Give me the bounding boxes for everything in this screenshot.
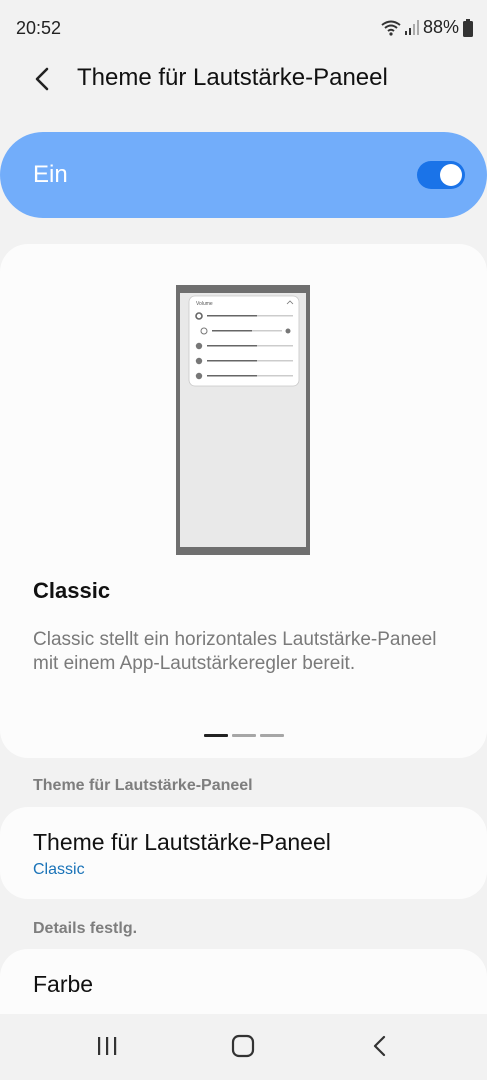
status-icons: 88% xyxy=(381,17,473,38)
wifi-icon xyxy=(381,20,401,36)
page-dot-1[interactable] xyxy=(203,734,228,737)
theme-preview-card[interactable]: Volume Classic Classic stellt ein horizo… xyxy=(0,244,487,758)
theme-description: Classic stellt ein horizontales Lautstär… xyxy=(33,629,437,674)
battery-percent: 88% xyxy=(422,17,459,37)
theme-setting-item[interactable]: Theme für Lautstärke-Paneel Classic xyxy=(0,807,487,899)
back-arrow-icon[interactable] xyxy=(28,64,58,94)
color-setting-title: Farbe xyxy=(33,971,94,997)
app-header: Theme für Lautstärke-Paneel xyxy=(0,56,487,100)
recents-icon[interactable] xyxy=(89,1028,125,1064)
home-icon[interactable] xyxy=(225,1028,261,1064)
theme-setting-value: Classic xyxy=(33,861,85,878)
page-indicator xyxy=(0,734,487,740)
switch-knob xyxy=(440,164,462,186)
page-dot-3[interactable] xyxy=(259,734,284,737)
page-dot-2[interactable] xyxy=(231,734,256,737)
phone-preview-illustration: Volume xyxy=(176,285,310,555)
nav-back-icon[interactable] xyxy=(362,1028,398,1064)
section-header-details: Details festlg. xyxy=(33,920,138,937)
mini-panel-title: Volume xyxy=(196,301,213,307)
master-switch-toggle[interactable] xyxy=(417,161,465,189)
status-bar: 20:52 88% xyxy=(0,0,487,56)
battery-icon xyxy=(463,18,473,37)
master-switch-bar[interactable]: Ein xyxy=(0,132,487,218)
color-setting-item[interactable]: Farbe xyxy=(0,949,487,1019)
page-title: Theme für Lautstärke-Paneel xyxy=(77,64,388,91)
theme-name: Classic xyxy=(33,578,111,603)
status-time: 20:52 xyxy=(16,18,62,38)
signal-icon xyxy=(404,19,419,35)
master-switch-label: Ein xyxy=(33,161,68,188)
navigation-bar xyxy=(0,1014,487,1080)
section-header-theme: Theme für Lautstärke-Paneel xyxy=(33,777,253,794)
theme-setting-title: Theme für Lautstärke-Paneel xyxy=(33,829,331,855)
